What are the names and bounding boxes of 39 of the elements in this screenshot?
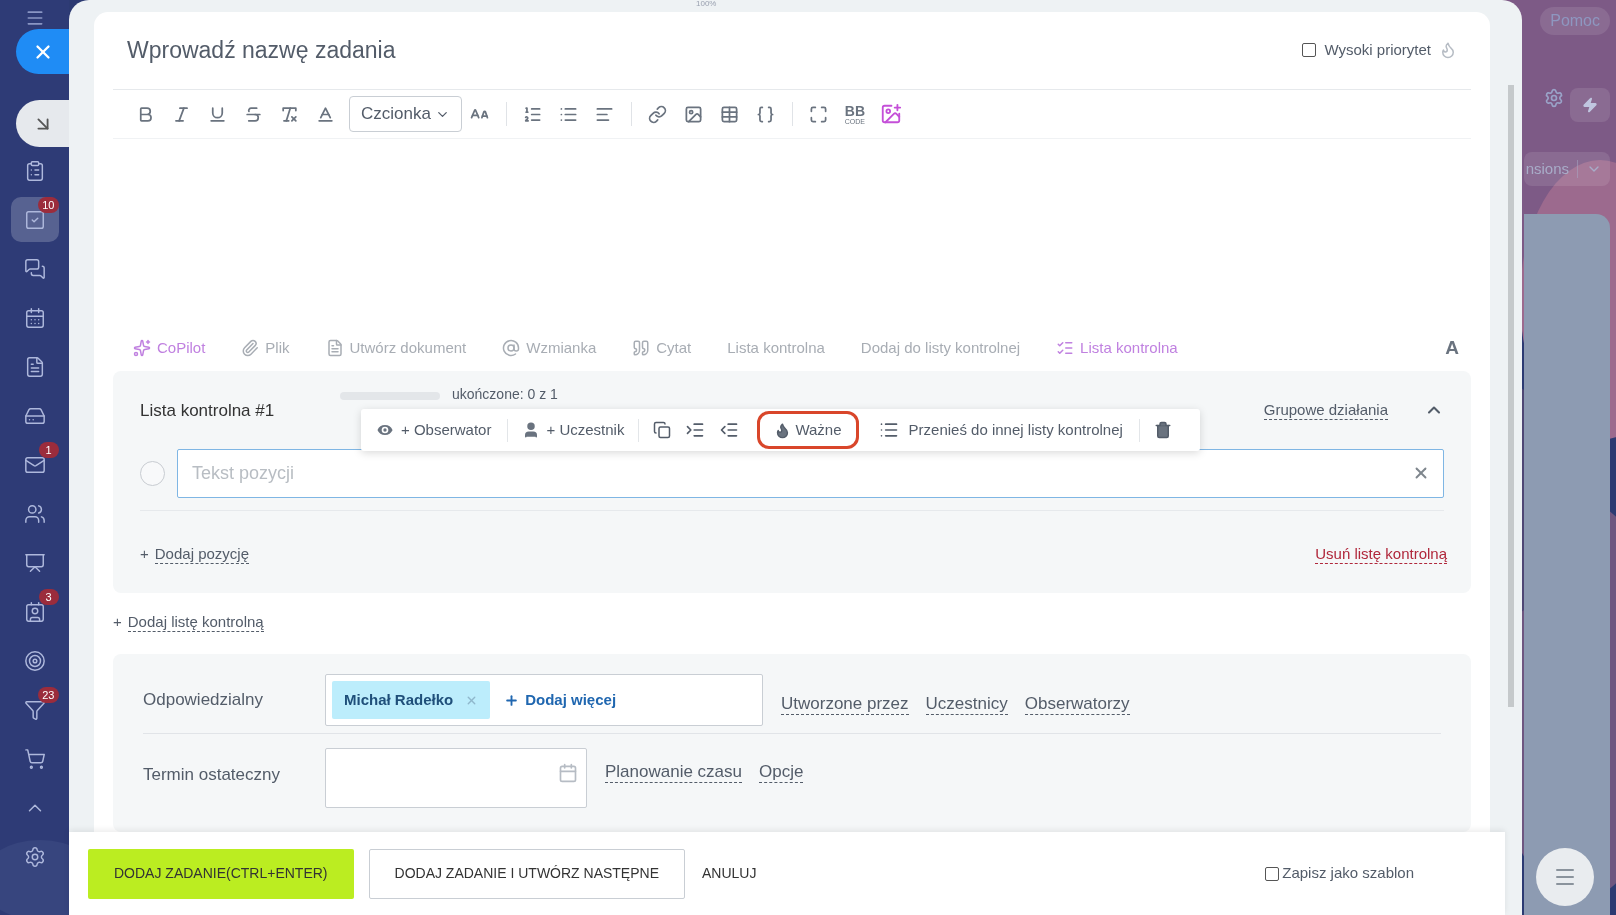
count-badge: 23 xyxy=(38,687,59,703)
role-link[interactable]: Uczestnicy xyxy=(925,693,1008,715)
role-link[interactable]: Utworzone przez xyxy=(781,693,909,715)
add-participant-button[interactable]: + Uczestnik xyxy=(508,419,640,442)
sidebar-item[interactable]: 10 xyxy=(10,197,59,242)
task-title-field[interactable]: Wprowadź nazwę zadania xyxy=(127,33,727,68)
progress-text: ukończone: 0 z 1 xyxy=(452,384,558,404)
zoom-label: 100% xyxy=(696,0,717,10)
field-label: Odpowiedzialny xyxy=(143,689,264,712)
count-badge: 3 xyxy=(38,589,59,605)
plus-sign: + xyxy=(113,612,122,633)
add-and-next-button[interactable]: DODAJ ZADANIE I UTWÓRZ NASTĘPNE xyxy=(368,848,685,899)
font-dropdown[interactable]: Czcionka xyxy=(349,96,462,133)
count-badge: 1 xyxy=(38,442,59,458)
count-badge: 10 xyxy=(38,197,59,213)
responsible-field[interactable]: Michał Radełko Dodaj więcej xyxy=(325,674,763,727)
delete-checklist-link[interactable]: Usuń listę kontrolną xyxy=(1315,544,1447,564)
group-actions-link[interactable]: Grupowe działania xyxy=(1263,400,1388,420)
sidebar-item[interactable]: 23 xyxy=(10,687,59,732)
field-label: Termin ostateczny xyxy=(143,763,281,786)
add-observer-button[interactable]: + Obserwator xyxy=(375,419,509,442)
add-checklist-link[interactable]: Dodaj listę kontrolną xyxy=(127,612,264,632)
add-task-button[interactable]: DODAJ ZADANIE(CTRL+ENTER) xyxy=(88,848,354,899)
move-button[interactable]: Przenieś do innej listy kontrolnej xyxy=(862,419,1140,442)
checklist-title: Lista kontrolna #1 xyxy=(140,399,276,422)
item-text-field[interactable]: Tekst pozycji xyxy=(177,449,1444,499)
template-checkbox[interactable]: Zapisz jako szablon xyxy=(1265,862,1414,885)
add-more-button[interactable]: Dodaj więcej xyxy=(504,688,617,712)
sidebar-item[interactable]: 1 xyxy=(10,442,59,487)
format-toggle[interactable]: A xyxy=(1445,333,1459,363)
role-link[interactable]: Obserwatorzy xyxy=(1024,693,1130,715)
person-chip: Michał Radełko xyxy=(332,681,491,720)
deadline-link[interactable]: Opcje xyxy=(759,761,804,783)
deadline-link[interactable]: Planowanie czasu xyxy=(605,761,743,783)
sidebar-item[interactable]: 3 xyxy=(10,589,59,634)
priority-checkbox[interactable]: Wysoki priorytet xyxy=(1302,39,1457,62)
cancel-button[interactable]: ANULUJ xyxy=(700,863,759,884)
plus-sign: + xyxy=(140,544,149,565)
add-item-link[interactable]: Dodaj pozycję xyxy=(154,544,249,564)
